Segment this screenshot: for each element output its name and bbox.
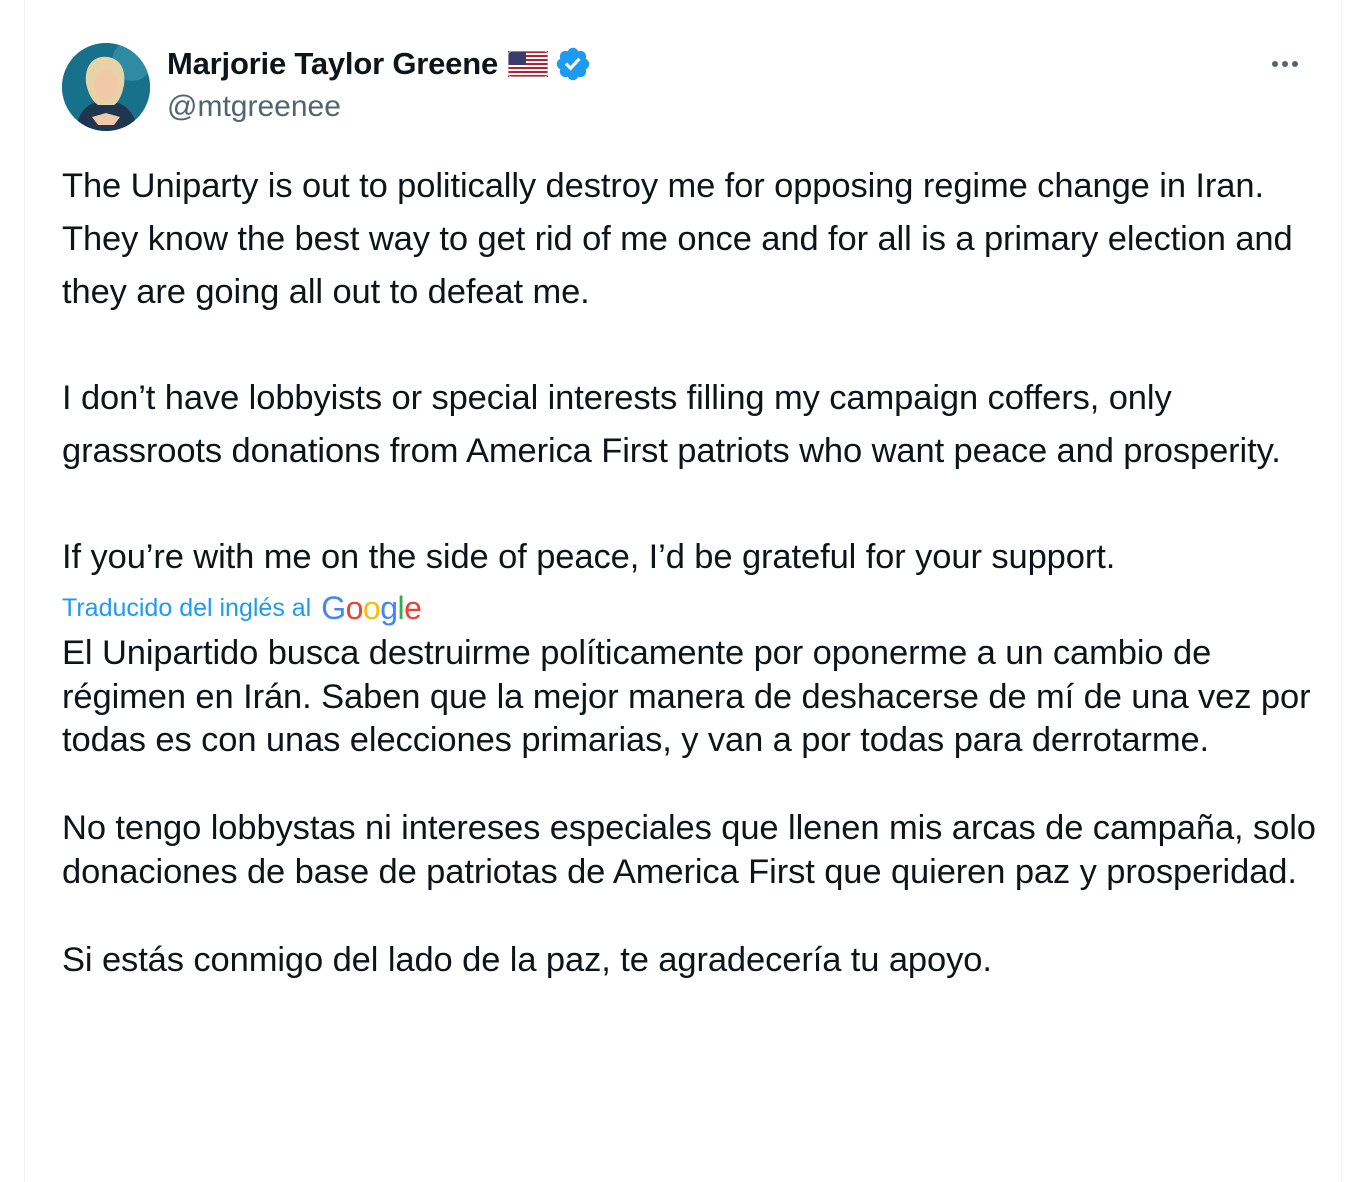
translated-paragraph: Si estás conmigo del lado de la paz, te … — [62, 940, 992, 979]
original-paragraph: If you’re with me on the side of peace, … — [62, 538, 1116, 576]
original-paragraph: The Uniparty is out to politically destr… — [62, 167, 1293, 311]
google-logo-letter: g — [380, 589, 398, 626]
translation-label-link[interactable]: Traducido del inglés al — [62, 594, 311, 623]
author-handle[interactable]: @mtgreenee — [167, 90, 341, 124]
tweet-card: Marjorie Taylor Greene @mtgreenee The Un… — [24, 0, 1342, 1182]
google-logo-letter: l — [397, 589, 405, 626]
avatar[interactable] — [62, 43, 150, 131]
translated-paragraph: El Unipartido busca destruirme políticam… — [62, 634, 1311, 760]
author-display-name[interactable]: Marjorie Taylor Greene — [167, 46, 498, 82]
google-logo-letter: o — [362, 589, 381, 626]
google-logo-letter: o — [345, 589, 364, 626]
more-options-button[interactable] — [1265, 48, 1305, 80]
us-flag-icon — [507, 50, 549, 78]
google-logo: Google — [321, 589, 422, 627]
more-dots-icon — [1272, 61, 1298, 67]
tweet-body: The Uniparty is out to politically destr… — [62, 160, 1332, 982]
tweet-original-text: The Uniparty is out to politically destr… — [62, 160, 1332, 584]
google-logo-letter: G — [321, 589, 346, 626]
google-logo-letter: e — [404, 589, 422, 626]
translated-paragraph: No tengo lobbystas ni intereses especial… — [62, 809, 1316, 891]
author-name-row: Marjorie Taylor Greene — [167, 44, 592, 84]
original-paragraph: I don’t have lobbyists or special intere… — [62, 379, 1281, 470]
tweet-translated-text: El Unipartido busca destruirme políticam… — [62, 632, 1332, 982]
translation-attribution: Traducido del inglés al Google — [62, 584, 1332, 632]
verified-badge-icon[interactable] — [554, 45, 592, 83]
